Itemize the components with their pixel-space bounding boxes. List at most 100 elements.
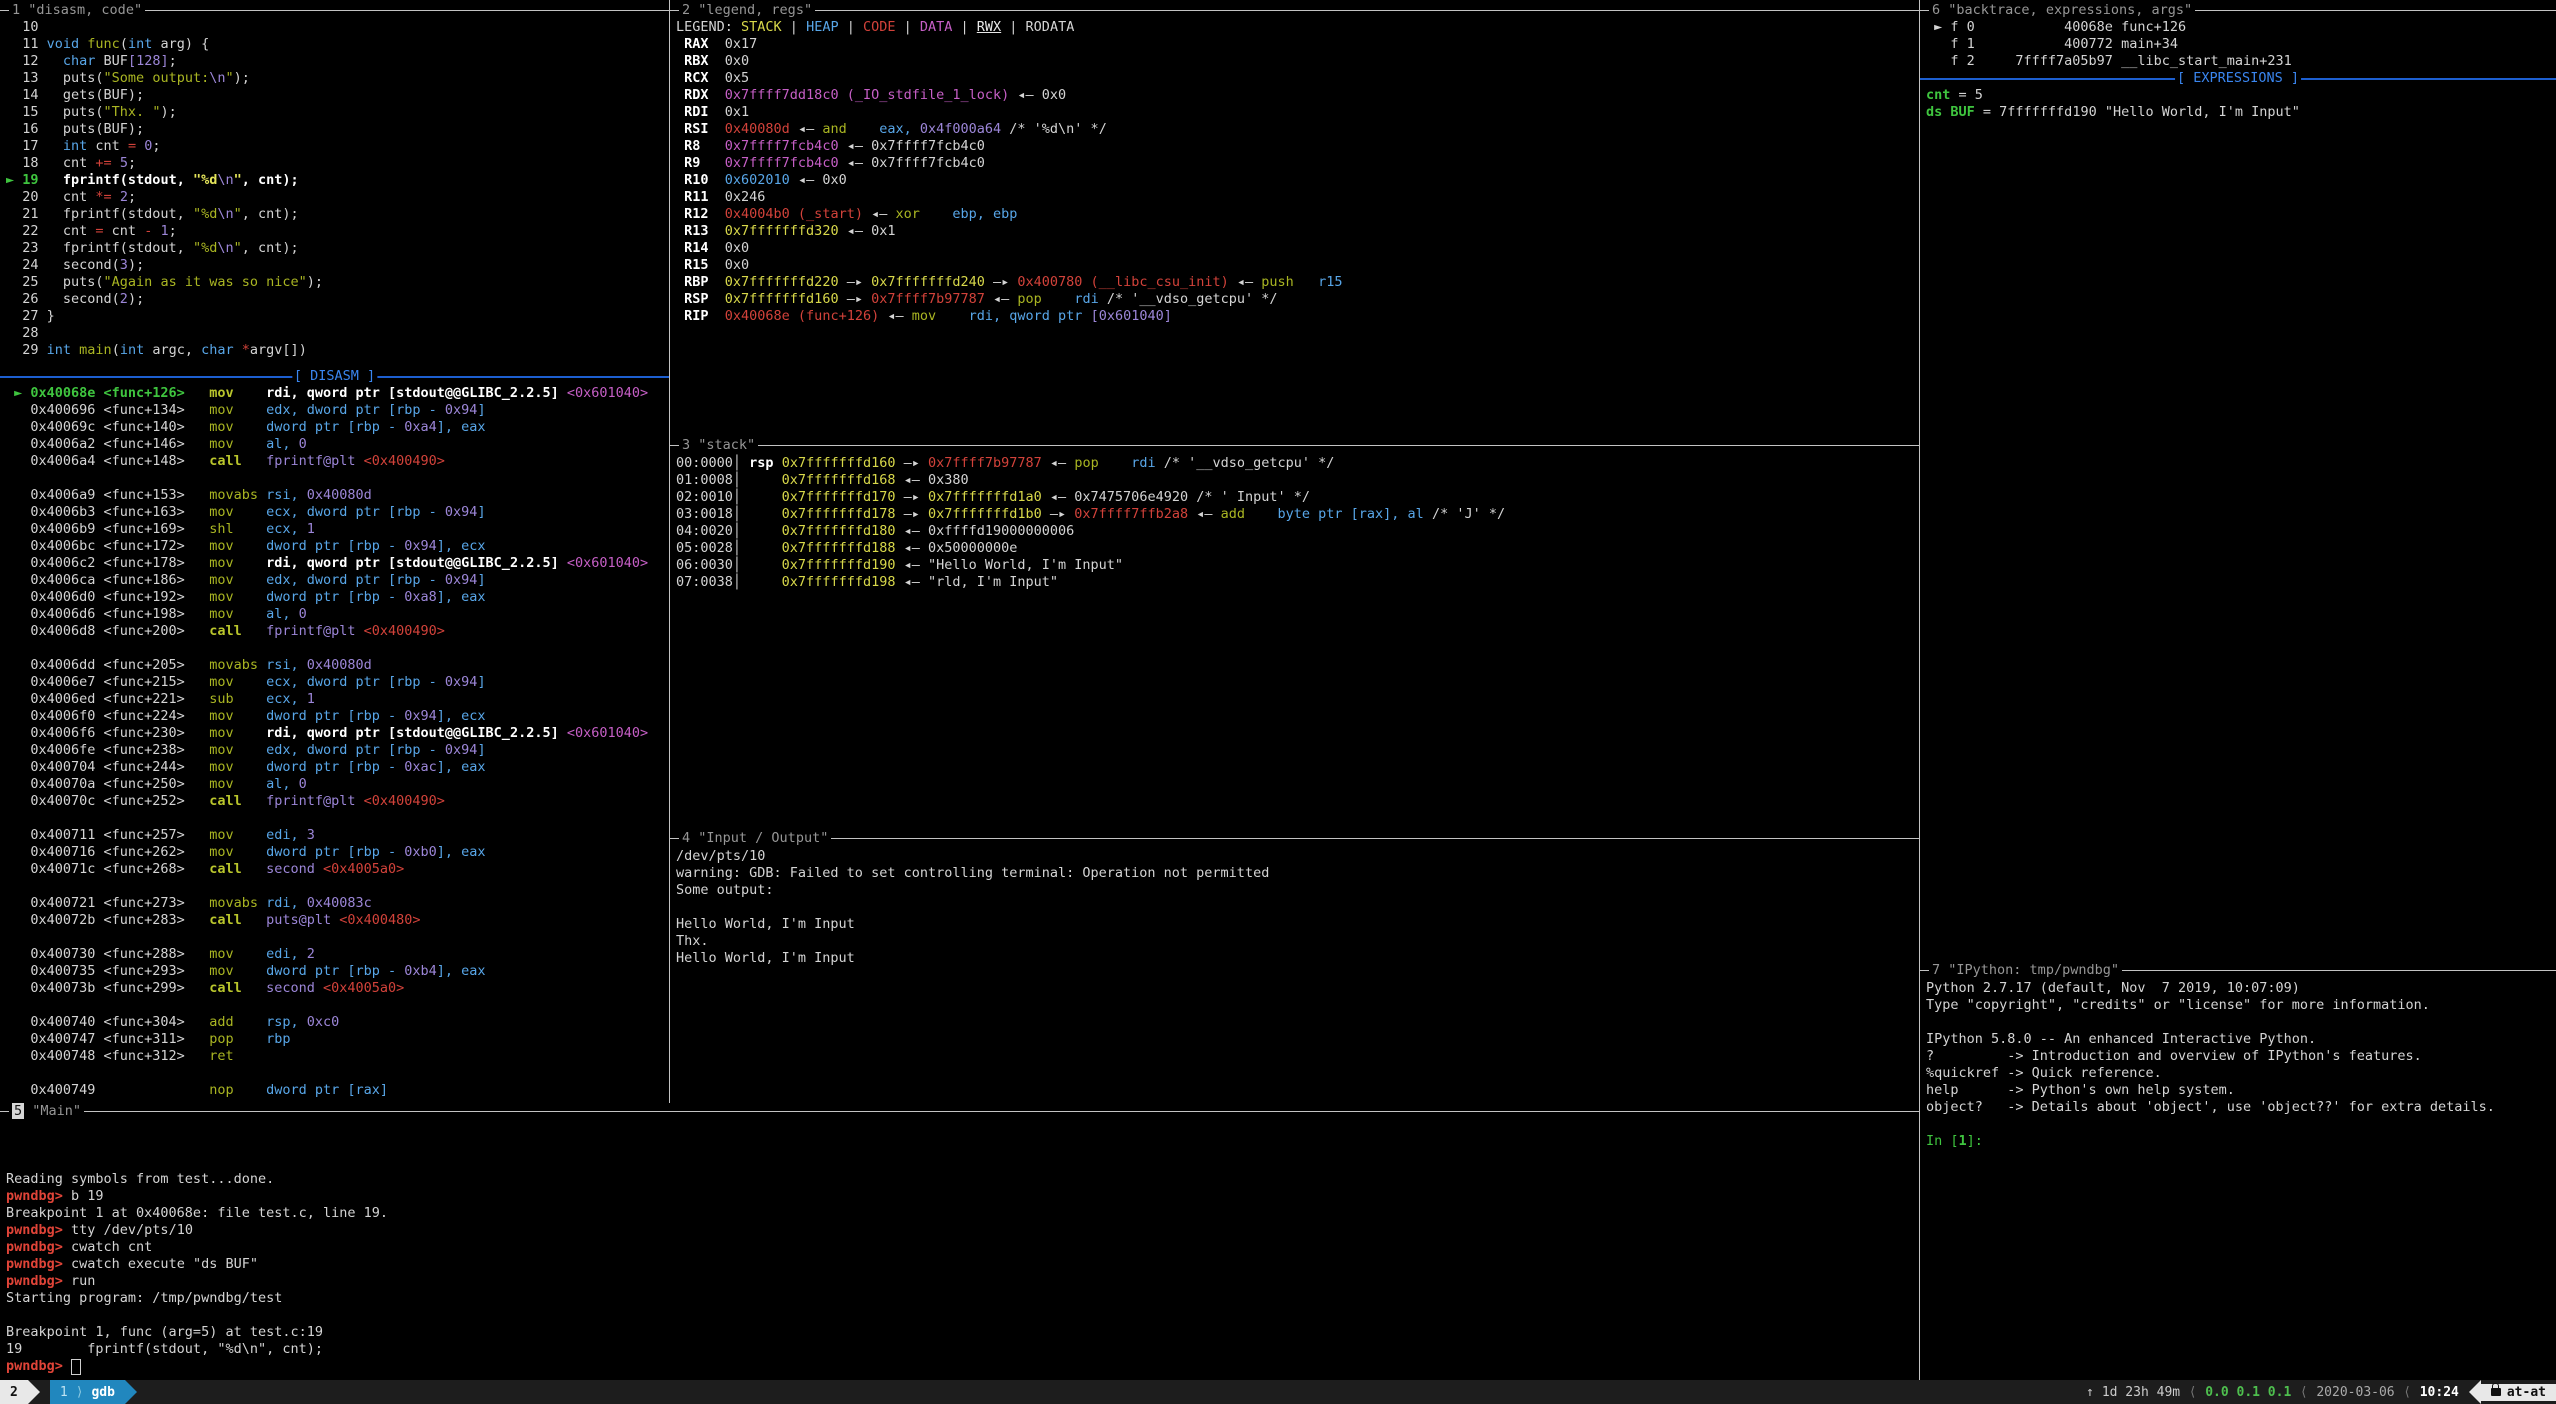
terminal-line: Breakpoint 1 at 0x40068e: file test.c, l… <box>6 1205 388 1222</box>
terminal-line <box>1926 1116 2495 1133</box>
terminal-line <box>6 810 648 827</box>
terminal-line: RSI 0x40080d ◂— and eax, 0x4f000a64 /* '… <box>676 121 1343 138</box>
pane-title-legend-regs: 2 "legend, regs" <box>670 2 1919 19</box>
terminal-line: Reading symbols from test...done. <box>6 1171 388 1188</box>
terminal-line: 0x4006d0 <func+192> mov dword ptr [rbp -… <box>6 589 648 606</box>
pane-number: 2 <box>682 2 690 18</box>
terminal-line: 24 second(3); <box>6 257 323 274</box>
terminal-line: R9 0x7ffff7fcb4c0 ◂— 0x7ffff7fcb4c0 <box>676 155 1343 172</box>
terminal-line: 0x4006b3 <func+163> mov ecx, dword ptr [… <box>6 504 648 521</box>
terminal-line: 0x400748 <func+312> ret <box>6 1048 648 1065</box>
terminal-line: 25 puts("Again as it was so nice"); <box>6 274 323 291</box>
terminal-line: 11 void func(int arg) { <box>6 36 323 53</box>
terminal-line: 23 fprintf(stdout, "%d\n", cnt); <box>6 240 323 257</box>
gdb-console[interactable]: Reading symbols from test...done.pwndbg>… <box>6 1120 388 1375</box>
lock-icon <box>2491 1388 2501 1396</box>
terminal-line <box>6 1154 388 1171</box>
powerline-arrow-icon <box>28 1380 40 1404</box>
terminal-line: 20 cnt *= 2; <box>6 189 323 206</box>
pane-input-output[interactable]: 4 "Input / Output" /dev/pts/10warning: G… <box>670 830 1919 1103</box>
terminal-line <box>6 1120 388 1137</box>
terminal-line <box>6 997 648 1014</box>
terminal-line: 21 fprintf(stdout, "%d\n", cnt); <box>6 206 323 223</box>
pane-title-text: "backtrace, expressions, args" <box>1948 2 2192 18</box>
terminal-line: 0x4006d6 <func+198> mov al, 0 <box>6 606 648 623</box>
terminal-line: 19 fprintf(stdout, "%d\n", cnt); <box>6 1341 388 1358</box>
pane-title-text: "disasm, code" <box>28 2 142 18</box>
terminal-line: 0x4006f6 <func+230> mov rdi, qword ptr [… <box>6 725 648 742</box>
session-badge[interactable]: 2 <box>0 1380 28 1404</box>
pane-title-text: "Input / Output" <box>698 830 828 846</box>
terminal-line: 04:0020│ 0x7fffffffd180 ◂— 0xffffd190000… <box>676 523 1505 540</box>
tmux-screen: 1 "disasm, code" 10 11 void func(int arg… <box>0 0 2556 1404</box>
pane-main-gdb[interactable]: 5 "Main" Reading symbols from test...don… <box>0 1103 1919 1380</box>
terminal-line: 00:0000│ rsp 0x7fffffffd160 —▸ 0x7ffff7b… <box>676 455 1505 472</box>
terminal-line: 0x4006fe <func+238> mov edx, dword ptr [… <box>6 742 648 759</box>
terminal-line: 0x400747 <func+311> pop rbp <box>6 1031 648 1048</box>
terminal-line: Some output: <box>676 882 1269 899</box>
terminal-line: Python 2.7.17 (default, Nov 7 2019, 10:0… <box>1926 980 2495 997</box>
pane-title-ipython: 7 "IPython: tmp/pwndbg" <box>1920 962 2556 979</box>
disasm-section-divider: [ DISASM ] <box>0 368 669 385</box>
terminal-line: RDI 0x1 <box>676 104 1343 121</box>
terminal-line: 05:0028│ 0x7fffffffd188 ◂— 0x50000000e <box>676 540 1505 557</box>
chevron-right-icon: ⟩ <box>76 1384 84 1401</box>
terminal-line: 0x400704 <func+244> mov dword ptr [rbp -… <box>6 759 648 776</box>
source-code-listing: 10 11 void func(int arg) { 12 char BUF[1… <box>6 19 323 359</box>
terminal-line: RSP 0x7fffffffd160 —▸ 0x7ffff7b97787 ◂— … <box>676 291 1343 308</box>
terminal-line <box>1926 1014 2495 1031</box>
terminal-line: Hello World, I'm Input <box>676 916 1269 933</box>
pane-number: 7 <box>1932 962 1940 978</box>
terminal-line: R13 0x7fffffffd320 ◂— 0x1 <box>676 223 1343 240</box>
powerline-arrow-icon <box>125 1380 137 1404</box>
clock: 10:24 <box>2420 1384 2459 1401</box>
terminal-line: /dev/pts/10 <box>676 848 1269 865</box>
terminal-line: %quickref -> Quick reference. <box>1926 1065 2495 1082</box>
terminal-line: 02:0010│ 0x7fffffffd170 —▸ 0x7fffffffd1a… <box>676 489 1505 506</box>
terminal-line <box>6 929 648 946</box>
terminal-line: RDX 0x7ffff7dd18c0 (_IO_stdfile_1_lock) … <box>676 87 1343 104</box>
terminal-line: ► 19 fprintf(stdout, "%d\n", cnt); <box>6 172 323 189</box>
terminal-line: 0x4006f0 <func+224> mov dword ptr [rbp -… <box>6 708 648 725</box>
pane-title-stack: 3 "stack" <box>670 437 1919 454</box>
date: 2020-03-06 <box>2316 1384 2394 1401</box>
terminal-line: 06:0030│ 0x7fffffffd190 ◂— "Hello World,… <box>676 557 1505 574</box>
terminal-line: Thx. <box>676 933 1269 950</box>
terminal-line: RIP 0x40068e (func+126) ◂— mov rdi, qwor… <box>676 308 1343 325</box>
pane-title-main: 5 "Main" <box>0 1103 1919 1120</box>
terminal-line: 22 cnt = cnt - 1; <box>6 223 323 240</box>
registers-listing: LEGEND: STACK | HEAP | CODE | DATA | RWX… <box>676 19 1343 325</box>
window-tab-gdb[interactable]: 1 ⟩ gdb <box>50 1380 125 1404</box>
pane-stack[interactable]: 3 "stack" 00:0000│ rsp 0x7fffffffd160 —▸… <box>670 437 1919 830</box>
terminal-line <box>6 1065 648 1082</box>
terminal-line: ► f 0 40068e func+126 <box>1926 19 2292 36</box>
terminal-line: 0x4006d8 <func+200> call fprintf@plt <0x… <box>6 623 648 640</box>
ipython-console[interactable]: Python 2.7.17 (default, Nov 7 2019, 10:0… <box>1926 980 2495 1150</box>
terminal-line: 0x40070c <func+252> call fprintf@plt <0x… <box>6 793 648 810</box>
pane-disasm-code[interactable]: 1 "disasm, code" 10 11 void func(int arg… <box>0 0 669 1103</box>
terminal-line: Breakpoint 1, func (arg=5) at test.c:19 <box>6 1324 388 1341</box>
pane-title-text: "stack" <box>698 437 755 453</box>
host-badge: at-at <box>2481 1384 2556 1401</box>
pane-backtrace-expressions[interactable]: 6 "backtrace, expressions, args" ► f 0 4… <box>1920 0 2556 962</box>
terminal-line: 0x4006bc <func+172> mov dword ptr [rbp -… <box>6 538 648 555</box>
terminal-line: 0x4006a2 <func+146> mov al, 0 <box>6 436 648 453</box>
hostname: at-at <box>2507 1384 2546 1401</box>
pane-ipython[interactable]: 7 "IPython: tmp/pwndbg" Python 2.7.17 (d… <box>1920 962 2556 1380</box>
terminal-line: 0x400749 nop dword ptr [rax] <box>6 1082 648 1099</box>
pane-number: 6 <box>1932 2 1940 18</box>
terminal-line: warning: GDB: Failed to set controlling … <box>676 865 1269 882</box>
terminal-line: 03:0018│ 0x7fffffffd178 —▸ 0x7fffffffd1b… <box>676 506 1505 523</box>
terminal-line: 13 puts("Some output:\n"); <box>6 70 323 87</box>
powerline-arrow-icon <box>2469 1380 2481 1404</box>
pane-title-disasm-code: 1 "disasm, code" <box>0 2 669 19</box>
terminal-line: Hello World, I'm Input <box>676 950 1269 967</box>
uptime-arrow-icon: ↑ <box>2086 1384 2094 1401</box>
terminal-line: ? -> Introduction and overview of IPytho… <box>1926 1048 2495 1065</box>
load-average: 0.0 0.1 0.1 <box>2205 1384 2291 1401</box>
terminal-line: 18 cnt += 5; <box>6 155 323 172</box>
pane-legend-regs[interactable]: 2 "legend, regs" LEGEND: STACK | HEAP | … <box>670 0 1919 437</box>
chevron-left-icon: ⟨ <box>2301 1384 2306 1401</box>
pane-title-text: "Main" <box>32 1103 81 1119</box>
terminal-line: ► 0x40068e <func+126> mov rdi, qword ptr… <box>6 385 648 402</box>
